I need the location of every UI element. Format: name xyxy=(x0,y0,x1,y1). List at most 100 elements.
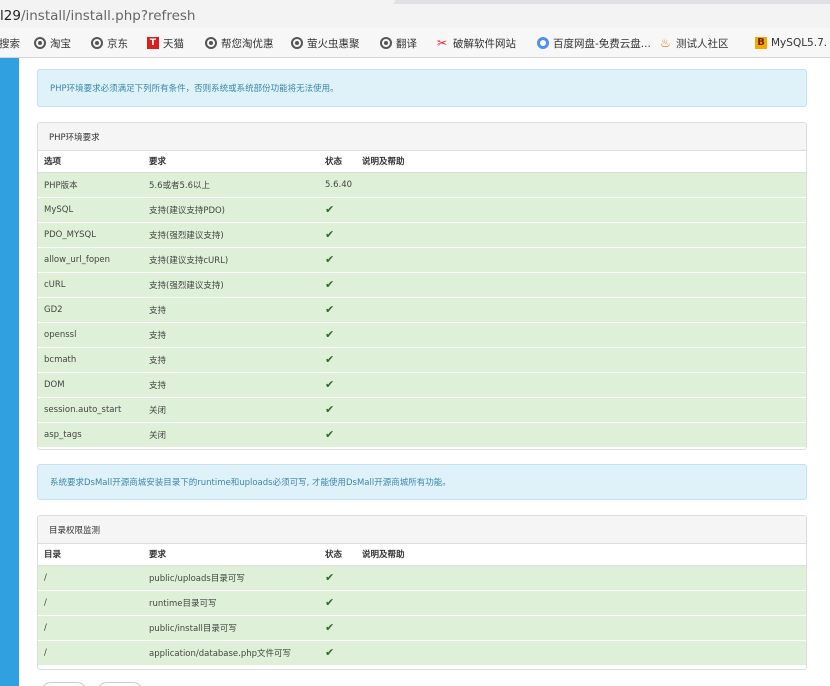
option-cell: MySQL xyxy=(38,196,143,222)
active-tab[interactable] xyxy=(0,0,395,4)
check-icon: ✔ xyxy=(319,639,356,665)
check-icon: ✔ xyxy=(319,196,356,222)
help-cell xyxy=(356,639,806,665)
bookmark-label: 帮您淘优惠 xyxy=(221,37,274,50)
directory-cell: / xyxy=(38,614,143,640)
bookmark-firefly[interactable]: 萤火虫惠聚 xyxy=(291,35,360,51)
help-cell xyxy=(356,614,806,640)
check-icon: ✔ xyxy=(319,564,356,590)
bookmark-crack[interactable]: ✂ 破解软件网站 xyxy=(437,35,516,51)
requirement-cell: 支持 xyxy=(143,371,319,397)
bookmark-baidu-pan[interactable]: 百度网盘-免费云盘... xyxy=(537,35,651,51)
table-row: / public/uploads目录可写 ✔ xyxy=(38,564,806,590)
bookmark-label: 萤火虫惠聚 xyxy=(307,37,360,50)
table-row: openssl 支持 ✔ xyxy=(38,321,806,347)
url-field[interactable]: l29/install/install.php?refresh xyxy=(0,8,195,24)
help-cell xyxy=(356,421,806,447)
table-row: allow_url_fopen 支持(建议支持cURL) ✔ xyxy=(38,246,806,272)
option-cell: cURL xyxy=(38,271,143,297)
column-header-directory: 目录 xyxy=(38,544,143,566)
panel-title: PHP环境要求 xyxy=(38,123,806,151)
url-path: /install/install.php?refresh xyxy=(20,8,196,24)
dir-permissions-table: 目录 要求 状态 说明及帮助 / public/uploads目录可写 ✔ / run… xyxy=(38,544,806,665)
requirement-cell: 支持(建议支持PDO) xyxy=(143,196,319,222)
url-host-fragment: l29 xyxy=(0,8,21,24)
requirement-cell: 关闭 xyxy=(143,396,319,422)
help-cell xyxy=(356,246,806,272)
check-icon: ✔ xyxy=(319,271,356,297)
mysql-icon: B xyxy=(755,37,767,49)
browser-address-bar: l29/install/install.php?refresh xyxy=(0,0,830,28)
option-cell: PHP版本 xyxy=(38,171,143,197)
table-header-row: 目录 要求 状态 说明及帮助 xyxy=(38,544,806,566)
option-cell: PDO_MYSQL xyxy=(38,221,143,247)
prev-button[interactable] xyxy=(41,682,87,686)
requirement-cell: 支持(强烈建议支持) xyxy=(143,221,319,247)
requirement-cell: 5.6或者5.6以上 xyxy=(143,171,319,197)
requirement-cell: 支持 xyxy=(143,346,319,372)
next-button[interactable] xyxy=(97,682,143,686)
help-cell xyxy=(356,271,806,297)
help-cell xyxy=(356,321,806,347)
dir-notice: 系统要求DsMall开源商城安装目录下的runtime和uploads必须可写,… xyxy=(37,464,807,500)
tab-strip xyxy=(0,0,830,4)
help-cell xyxy=(356,221,806,247)
bookmark-search[interactable]: 搜索 xyxy=(0,35,20,51)
table-row: PHP版本 5.6或者5.6以上 5.6.40 xyxy=(38,171,806,197)
option-cell: asp_tags xyxy=(38,421,143,447)
table-row: / public/install目录可写 ✔ xyxy=(38,614,806,640)
baidu-icon xyxy=(537,37,549,49)
check-icon: ✔ xyxy=(319,396,356,422)
option-cell: allow_url_fopen xyxy=(38,246,143,272)
table-row: GD2 支持 ✔ xyxy=(38,296,806,322)
table-row: DOM 支持 ✔ xyxy=(38,371,806,397)
bookmark-test-community[interactable]: ♨ 测试人社区 xyxy=(660,35,729,51)
check-icon: ✔ xyxy=(319,296,356,322)
env-notice: PHP环境要求必须满足下列所有条件，否则系统或系统部份功能将无法使用。 xyxy=(37,69,807,107)
requirement-cell: public/install目录可写 xyxy=(143,614,319,640)
bookmark-coupons[interactable]: 帮您淘优惠 xyxy=(205,35,274,51)
directory-cell: / xyxy=(38,639,143,665)
table-row: MySQL 支持(建议支持PDO) ✔ xyxy=(38,196,806,222)
bookmark-mysql[interactable]: B MySQL5.7. xyxy=(755,35,827,51)
bookmark-label: 破解软件网站 xyxy=(453,37,516,50)
bookmark-label: MySQL5.7. xyxy=(771,37,828,49)
requirement-cell: runtime目录可写 xyxy=(143,589,319,615)
java-icon: ♨ xyxy=(660,36,671,50)
help-cell xyxy=(356,346,806,372)
tmall-icon: T xyxy=(147,37,159,49)
table-row: / application/database.php文件可写 ✔ xyxy=(38,639,806,665)
bookmarks-bar: 搜索 淘宝 京东 T 天猫 帮您淘优惠 萤火虫惠聚 翻译 ✂ 破解软件网站 百度网盘… xyxy=(0,28,830,58)
directory-cell: / xyxy=(38,564,143,590)
requirement-cell: 支持(强烈建议支持) xyxy=(143,271,319,297)
column-header-help: 说明及帮助 xyxy=(356,151,806,173)
check-icon: ✔ xyxy=(319,589,356,615)
requirement-cell: 支持 xyxy=(143,321,319,347)
bookmark-label: 京东 xyxy=(107,37,128,50)
check-icon: ✔ xyxy=(319,421,356,447)
bookmark-taobao[interactable]: 淘宝 xyxy=(34,35,71,51)
option-cell: GD2 xyxy=(38,296,143,322)
check-icon: ✔ xyxy=(319,246,356,272)
bookmark-label: 搜索 xyxy=(0,37,20,50)
check-icon: ✔ xyxy=(319,221,356,247)
requirement-cell: 关闭 xyxy=(143,421,319,447)
bookmark-jd[interactable]: 京东 xyxy=(91,35,128,51)
bookmark-label: 翻译 xyxy=(396,37,417,50)
action-buttons xyxy=(37,682,237,686)
requirement-cell: application/database.php文件可写 xyxy=(143,639,319,665)
crack-icon: ✂ xyxy=(437,36,448,50)
bookmark-translate[interactable]: 翻译 xyxy=(380,35,417,51)
requirement-cell: public/uploads目录可写 xyxy=(143,564,319,590)
sidebar-accent-strip xyxy=(0,58,19,686)
table-row: / runtime目录可写 ✔ xyxy=(38,589,806,615)
globe-icon xyxy=(91,37,103,49)
bookmark-tmall[interactable]: T 天猫 xyxy=(147,35,184,51)
env-requirements-panel: PHP环境要求 选项 要求 状态 说明及帮助 PHP版本 5.6或者5.6以上 5.… xyxy=(37,122,807,450)
column-header-requirement: 要求 xyxy=(143,151,319,173)
help-cell xyxy=(356,564,806,590)
column-header-status: 状态 xyxy=(319,544,356,566)
dir-permissions-panel: 目录权限监测 目录 要求 状态 说明及帮助 / public/uploads目录可… xyxy=(37,515,807,670)
check-icon: ✔ xyxy=(319,614,356,640)
table-row: cURL 支持(强烈建议支持) ✔ xyxy=(38,271,806,297)
